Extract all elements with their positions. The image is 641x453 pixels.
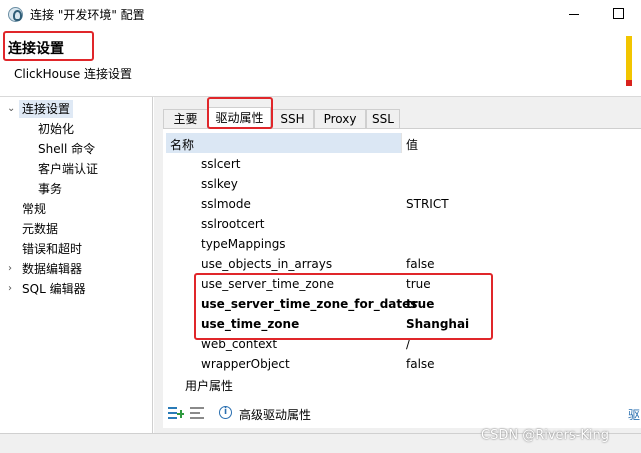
property-key[interactable]: wrapperObject <box>201 357 290 371</box>
tab-label: 主要 <box>173 112 198 126</box>
property-key[interactable]: typeMappings <box>201 237 286 251</box>
property-key[interactable]: sslcert <box>201 157 240 171</box>
app-icon <box>8 7 23 22</box>
driver-link[interactable]: 驱 <box>628 406 640 423</box>
sidebar-item-transactions[interactable]: 事务 <box>38 180 62 198</box>
property-value[interactable]: false <box>406 357 435 371</box>
tab-ssh[interactable]: SSH <box>271 109 314 129</box>
user-properties-group[interactable]: 用户属性 <box>185 377 233 394</box>
name-column-label: 名称 <box>170 138 195 152</box>
tab-label: Proxy <box>323 112 357 126</box>
value-column-label: 值 <box>406 138 419 152</box>
sidebar-item-client-auth[interactable]: 客户端认证 <box>38 160 98 178</box>
highlight-box-properties <box>194 273 493 340</box>
highlight-box-title <box>3 31 94 61</box>
sidebar-item-init[interactable]: 初始化 <box>38 120 74 138</box>
sidebar-item-shell-commands[interactable]: Shell 命令 <box>38 140 95 158</box>
property-key[interactable]: sslmode <box>201 197 251 211</box>
page-subtitle: ClickHouse 连接设置 <box>14 67 133 81</box>
property-key[interactable]: sslkey <box>201 177 238 191</box>
advanced-driver-properties-label: 高级驱动属性 <box>239 408 312 422</box>
sidebar-item-metadata[interactable]: 元数据 <box>22 220 58 238</box>
property-value[interactable]: STRICT <box>406 197 449 211</box>
column-divider[interactable] <box>401 133 402 153</box>
title-bar: 连接 "开发环境" 配置 <box>0 0 641 28</box>
minimize-button[interactable] <box>560 2 588 24</box>
chevron-down-icon[interactable]: ⌄ <box>7 104 17 114</box>
page-header <box>0 28 641 96</box>
tab-label: SSL <box>372 112 394 126</box>
sidebar-item-general[interactable]: 常规 <box>22 200 46 218</box>
maximize-button[interactable] <box>604 2 632 24</box>
sidebar-item-sql-editor[interactable]: SQL 编辑器 <box>22 280 86 298</box>
add-property-icon[interactable] <box>168 406 184 420</box>
tab-proxy[interactable]: Proxy <box>314 109 366 129</box>
info-icon: i <box>219 406 232 419</box>
banner-dot <box>626 80 632 86</box>
tab-ssl[interactable]: SSL <box>366 109 400 129</box>
property-value[interactable]: false <box>406 257 435 271</box>
window-title: 连接 "开发环境" 配置 <box>30 8 145 22</box>
tab-label: SSH <box>280 112 305 126</box>
property-key[interactable]: sslrootcert <box>201 217 265 231</box>
property-key[interactable]: use_objects_in_arrays <box>201 257 332 271</box>
tab-main[interactable]: 主要 <box>163 109 208 129</box>
banner-accent <box>626 36 632 86</box>
watermark: CSDN @Rivers-King <box>481 428 609 443</box>
sidebar-item-errors-timeouts[interactable]: 错误和超时 <box>22 240 82 258</box>
chevron-right-icon[interactable]: › <box>8 264 18 274</box>
name-column-header[interactable] <box>166 133 401 153</box>
sidebar-item-connection-settings[interactable]: 连接设置 <box>19 100 74 118</box>
sidebar-item-data-editor[interactable]: 数据编辑器 <box>22 260 82 278</box>
chevron-right-icon[interactable]: › <box>8 284 18 294</box>
highlight-box-tab <box>207 97 273 129</box>
list-icon[interactable] <box>190 406 206 420</box>
